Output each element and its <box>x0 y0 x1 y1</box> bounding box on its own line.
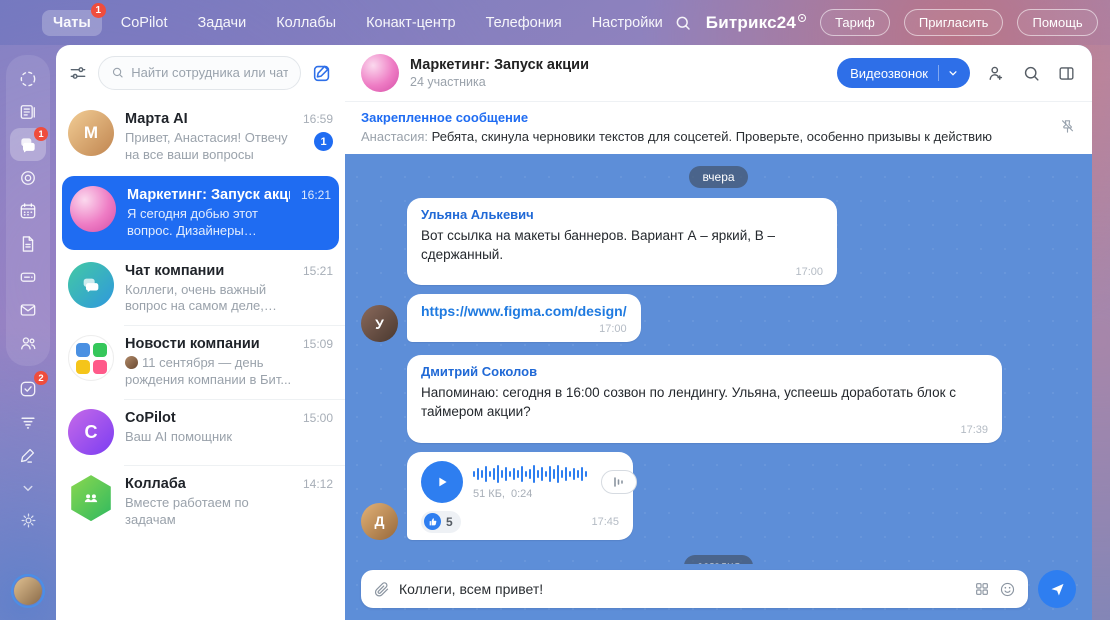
message-bubble[interactable]: Дмитрий Соколов Напоминаю: сегодня в 16:… <box>407 355 1002 442</box>
message-bubble-link[interactable]: https://www.figma.com/design/ 17:00 <box>407 294 641 342</box>
top-navigation-bar: Чаты1 CoPilot Задачи Коллабы Конакт-цент… <box>0 0 1110 45</box>
chat-search-icon[interactable] <box>1022 64 1041 83</box>
avatar-dmitry[interactable]: Д <box>361 503 398 540</box>
message-bubble[interactable]: Ульяна Алькевич Вот ссылка на макеты бан… <box>407 198 837 285</box>
messenger-badge: 1 <box>34 127 48 141</box>
nav-tasks[interactable]: Задачи <box>187 10 258 36</box>
figma-link[interactable]: https://www.figma.com/design/ <box>421 303 627 319</box>
nav-copilot[interactable]: CoPilot <box>110 10 179 36</box>
chat-list-panel: М Марта AI Привет, Анастасия! Отвечу на … <box>56 45 345 620</box>
send-button[interactable] <box>1038 570 1076 608</box>
unpin-icon[interactable] <box>1059 118 1076 135</box>
nav-collabs[interactable]: Коллабы <box>265 10 347 36</box>
invite-button[interactable]: Пригласить <box>904 9 1004 36</box>
pinned-text: Ребята, скинула черновики текстов для со… <box>432 129 992 144</box>
pinned-message-bar[interactable]: Закрепленное сообщение Анастасия: Ребята… <box>345 101 1092 154</box>
rail-settings-icon[interactable] <box>10 504 46 537</box>
filter-icon[interactable] <box>68 63 88 83</box>
message-author[interactable]: Дмитрий Соколов <box>421 364 988 379</box>
message-history: вчера Ульяна Алькевич Вот ссылка на маке… <box>345 154 1092 564</box>
crm-funnel-icon[interactable] <box>10 405 46 438</box>
pinned-label[interactable]: Закрепленное сообщение <box>361 110 1047 125</box>
chat-list-item-marta[interactable]: М Марта AI Привет, Анастасия! Отвечу на … <box>56 100 345 174</box>
date-divider-today: сегодня <box>684 555 753 564</box>
avatar-kollaba <box>68 475 114 521</box>
tasks-badge: 2 <box>34 371 48 385</box>
chat-area: Маркетинг: Запуск акции 24 участника Вид… <box>345 45 1092 620</box>
left-icon-rail: 1 2 <box>0 45 56 620</box>
chat-search-input[interactable] <box>131 65 288 80</box>
chat-list-item-news[interactable]: Новости компании 11 сентября — день рожд… <box>56 325 345 399</box>
attach-icon[interactable] <box>373 581 390 598</box>
apps-grid-icon[interactable] <box>974 581 990 597</box>
side-panel-icon[interactable] <box>1057 64 1076 83</box>
chat-avatar[interactable] <box>361 54 399 92</box>
chat-list-item-copilot[interactable]: C CoPilot Ваш AI помощник 15:00 <box>56 399 345 465</box>
play-button[interactable] <box>421 461 463 503</box>
message-author[interactable]: Ульяна Алькевич <box>421 207 823 222</box>
sign-pen-icon[interactable] <box>10 438 46 471</box>
nav-telephony[interactable]: Телефония <box>475 10 573 36</box>
playback-speed-button[interactable] <box>601 470 637 494</box>
target-icon[interactable] <box>10 161 46 194</box>
drive-icon[interactable] <box>10 260 46 293</box>
voice-message-bubble[interactable]: 51 КБ,0:24 5 17:45 <box>407 452 633 540</box>
message-input[interactable] <box>399 581 965 597</box>
pulse-icon[interactable] <box>10 62 46 95</box>
bitrix24-logo: Битрикс24 <box>706 13 806 33</box>
avatar-company-news <box>68 335 114 381</box>
employees-icon[interactable] <box>10 326 46 359</box>
thumbs-up-icon <box>424 513 441 530</box>
avatar-ulyana[interactable]: У <box>361 305 398 342</box>
emoji-icon[interactable] <box>999 581 1016 598</box>
tariff-button[interactable]: Тариф <box>820 9 890 36</box>
chat-search[interactable] <box>98 56 301 90</box>
compose-icon[interactable] <box>311 62 333 84</box>
logo-mark-icon <box>798 14 806 22</box>
add-member-icon[interactable] <box>986 63 1006 83</box>
avatar-company-chat <box>68 262 114 308</box>
chat-list-item-kollaba[interactable]: Коллаба Вместе работаем по задачам 14:12 <box>56 465 345 539</box>
messenger-icon[interactable]: 1 <box>10 128 46 161</box>
news-feed-icon[interactable] <box>10 95 46 128</box>
main-nav: Чаты1 CoPilot Задачи Коллабы Конакт-цент… <box>42 10 674 36</box>
chat-list-item-company[interactable]: Чат компании Коллеги, очень важный вопро… <box>56 252 345 326</box>
global-search-icon[interactable] <box>674 14 692 32</box>
tasks-icon[interactable]: 2 <box>10 372 46 405</box>
nav-contact-center[interactable]: Конакт-центр <box>355 10 466 36</box>
avatar-marta: М <box>68 110 114 156</box>
nav-settings[interactable]: Настройки <box>581 10 674 36</box>
chat-members-count[interactable]: 24 участника <box>410 75 826 89</box>
avatar-marketing <box>70 186 116 232</box>
avatar-copilot: C <box>68 409 114 455</box>
chats-badge: 1 <box>91 3 106 18</box>
calendar-icon[interactable] <box>10 194 46 227</box>
message-composer <box>345 564 1092 620</box>
unread-badge: 1 <box>314 132 333 151</box>
audio-waveform[interactable] <box>473 463 591 485</box>
chevron-down-icon[interactable] <box>10 471 46 504</box>
date-divider-yesterday: вчера <box>689 166 747 188</box>
video-call-button[interactable]: Видеозвонок <box>837 58 970 88</box>
search-icon <box>111 65 124 80</box>
preview-author-avatar <box>125 356 138 369</box>
chat-title[interactable]: Маркетинг: Запуск акции <box>410 57 826 73</box>
help-button[interactable]: Помощь <box>1017 9 1097 36</box>
messenger-window: М Марта AI Привет, Анастасия! Отвечу на … <box>56 45 1092 620</box>
rail-profile-avatar[interactable] <box>11 574 45 608</box>
reaction-like[interactable]: 5 <box>421 511 461 533</box>
chat-list-item-marketing[interactable]: Маркетинг: Запуск акции Я сегодня добью … <box>62 176 339 250</box>
chat-header: Маркетинг: Запуск акции 24 участника Вид… <box>345 45 1092 101</box>
nav-chats[interactable]: Чаты1 <box>42 10 102 36</box>
document-icon[interactable] <box>10 227 46 260</box>
mail-icon[interactable] <box>10 293 46 326</box>
chevron-down-icon <box>946 66 960 80</box>
pinned-author: Анастасия: <box>361 129 428 144</box>
